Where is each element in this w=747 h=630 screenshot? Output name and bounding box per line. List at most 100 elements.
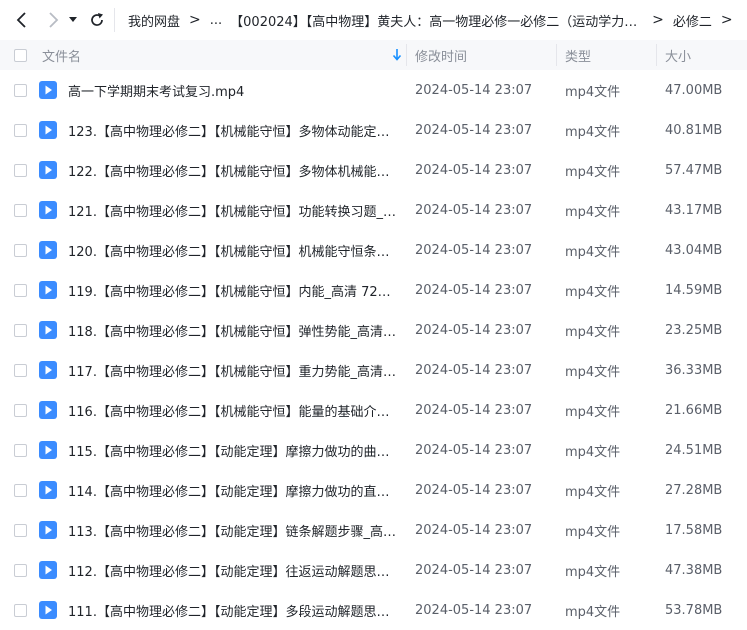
file-row[interactable]: 118.【高中物理必修二】【机械能守恒】弹性势能_高清 720P.mp4 2024… [0, 310, 747, 350]
video-file-icon [39, 441, 57, 459]
file-type: mp4文件 [565, 84, 621, 100]
history-dropdown-button[interactable] [64, 8, 82, 32]
row-checkbox[interactable] [14, 324, 27, 337]
video-file-icon [39, 401, 57, 419]
file-row[interactable]: 高一下学期期末考试复习.mp4 2024-05-14 23:07 mp4文件 47.0… [0, 70, 747, 110]
breadcrumb-item-root[interactable]: 我的网盘 [128, 11, 180, 30]
file-size: 47.00MB [665, 82, 723, 98]
file-name[interactable]: 122.【高中物理必修二】【机械能守恒】多物体机械能守恒_高清 720P.mp4 [68, 150, 398, 190]
file-row[interactable]: 119.【高中物理必修二】【机械能守恒】内能_高清 720P.mp4 2024-0… [0, 270, 747, 310]
row-checkbox[interactable] [14, 404, 27, 417]
file-name[interactable]: 121.【高中物理必修二】【机械能守恒】功能转换习题_高清 720P.mp4 [68, 190, 398, 230]
column-header-size[interactable]: 大小 [665, 40, 691, 70]
select-all-checkbox[interactable] [14, 49, 27, 62]
column-header-type[interactable]: 类型 [565, 40, 591, 70]
file-type: mp4文件 [565, 244, 621, 260]
row-checkbox[interactable] [14, 124, 27, 137]
file-row[interactable]: 117.【高中物理必修二】【机械能守恒】重力势能_高清 720P.mp4 2024… [0, 350, 747, 390]
breadcrumb-item-course-folder[interactable]: 【002024】【高中物理】黄夫人：高一物理必修一必修二（运动学力学能量） [230, 11, 643, 30]
file-type: mp4文件 [565, 524, 621, 540]
file-name[interactable]: 120.【高中物理必修二】【机械能守恒】机械能守恒条件_高清 720P.mp4 [68, 230, 398, 270]
file-name[interactable]: 114.【高中物理必修二】【动能定理】摩擦力做功的直线特点_高清 720P.mp… [68, 470, 398, 510]
back-button[interactable] [10, 8, 34, 32]
file-row[interactable]: 111.【高中物理必修二】【动能定理】多段运动解题思路_高清 720P.mp4 2… [0, 590, 747, 630]
table-header: 文件名 修改时间 类型 大小 [0, 40, 747, 70]
row-checkbox[interactable] [14, 164, 27, 177]
file-row[interactable]: 122.【高中物理必修二】【机械能守恒】多物体机械能守恒_高清 720P.mp4… [0, 150, 747, 190]
file-row[interactable]: 121.【高中物理必修二】【机械能守恒】功能转换习题_高清 720P.mp4 20… [0, 190, 747, 230]
file-modified-time: 2024-05-14 23:07 [415, 82, 533, 98]
file-modified-time: 2024-05-14 23:07 [415, 482, 533, 498]
column-header-size-label: 大小 [665, 49, 692, 65]
row-checkbox[interactable] [14, 84, 27, 97]
file-size: 43.04MB [665, 242, 723, 258]
file-row[interactable]: 113.【高中物理必修二】【动能定理】链条解题步骤_高清 720P.mp4 202… [0, 510, 747, 550]
breadcrumb-separator: > [720, 12, 733, 28]
file-row[interactable]: 116.【高中物理必修二】【机械能守恒】能量的基础介绍_高清 720P.mp4 2… [0, 390, 747, 430]
file-name[interactable]: 119.【高中物理必修二】【机械能守恒】内能_高清 720P.mp4 [68, 270, 398, 310]
video-file-icon [39, 281, 57, 299]
column-header-modified-label: 修改时间 [415, 49, 468, 65]
chevron-left-icon [16, 12, 26, 28]
sort-down-arrow-icon[interactable] [392, 48, 402, 62]
breadcrumb: 我的网盘 > ... 【002024】【高中物理】黄夫人：高一物理必修一必修二（… [128, 0, 742, 40]
file-name[interactable]: 111.【高中物理必修二】【动能定理】多段运动解题思路_高清 720P.mp4 [68, 590, 398, 630]
toolbar-divider [114, 8, 115, 32]
file-name[interactable]: 113.【高中物理必修二】【动能定理】链条解题步骤_高清 720P.mp4 [68, 510, 398, 550]
file-row[interactable]: 120.【高中物理必修二】【机械能守恒】机械能守恒条件_高清 720P.mp4 2… [0, 230, 747, 270]
refresh-button[interactable] [85, 8, 109, 32]
breadcrumb-item-current[interactable]: 必修二 [673, 11, 712, 30]
file-modified-time: 2024-05-14 23:07 [415, 202, 533, 218]
file-row[interactable]: 114.【高中物理必修二】【动能定理】摩擦力做功的直线特点_高清 720P.mp… [0, 470, 747, 510]
refresh-icon [91, 13, 103, 26]
file-row[interactable]: 115.【高中物理必修二】【动能定理】摩擦力做功的曲线特点_高清 720P.mp… [0, 430, 747, 470]
breadcrumb-separator: > [189, 12, 201, 28]
column-header-name-label: 文件名 [42, 49, 82, 65]
breadcrumb-separator: > [652, 12, 664, 28]
file-size: 47.38MB [665, 562, 723, 578]
file-type: mp4文件 [565, 444, 621, 460]
row-checkbox[interactable] [14, 284, 27, 297]
file-modified-time: 2024-05-14 23:07 [415, 562, 533, 578]
file-name[interactable]: 116.【高中物理必修二】【机械能守恒】能量的基础介绍_高清 720P.mp4 [68, 390, 398, 430]
row-checkbox[interactable] [14, 604, 27, 617]
video-file-icon [39, 201, 57, 219]
row-checkbox[interactable] [14, 364, 27, 377]
file-type: mp4文件 [565, 284, 621, 300]
file-size: 23.25MB [665, 322, 723, 338]
file-name[interactable]: 118.【高中物理必修二】【机械能守恒】弹性势能_高清 720P.mp4 [68, 310, 398, 350]
row-checkbox[interactable] [14, 564, 27, 577]
file-size: 14.59MB [665, 282, 723, 298]
file-name[interactable]: 112.【高中物理必修二】【动能定理】往返运动解题思路_高清 720P.mp4 [68, 550, 398, 590]
column-divider[interactable] [556, 44, 557, 66]
file-modified-time: 2024-05-14 23:07 [415, 322, 533, 338]
column-divider[interactable] [656, 44, 657, 66]
breadcrumb-item-ellipsis[interactable]: ... [210, 13, 222, 28]
row-checkbox[interactable] [14, 244, 27, 257]
file-type: mp4文件 [565, 484, 621, 500]
file-name[interactable]: 高一下学期期末考试复习.mp4 [68, 70, 398, 110]
file-type: mp4文件 [565, 164, 621, 180]
column-divider[interactable] [406, 44, 407, 66]
file-size: 53.78MB [665, 602, 723, 618]
file-modified-time: 2024-05-14 23:07 [415, 522, 533, 538]
row-checkbox[interactable] [14, 524, 27, 537]
file-modified-time: 2024-05-14 23:07 [415, 242, 533, 258]
toolbar: 我的网盘 > ... 【002024】【高中物理】黄夫人：高一物理必修一必修二（… [0, 0, 747, 40]
file-size: 40.81MB [665, 122, 723, 138]
forward-button[interactable] [41, 8, 65, 32]
file-row[interactable]: 112.【高中物理必修二】【动能定理】往返运动解题思路_高清 720P.mp4 2… [0, 550, 747, 590]
file-modified-time: 2024-05-14 23:07 [415, 602, 533, 618]
file-name[interactable]: 123.【高中物理必修二】【机械能守恒】多物体动能定理_高清 720P.mp4 [68, 110, 398, 150]
row-checkbox[interactable] [14, 204, 27, 217]
file-modified-time: 2024-05-14 23:07 [415, 122, 533, 138]
file-type: mp4文件 [565, 364, 621, 380]
column-header-name[interactable]: 文件名 [42, 40, 81, 70]
file-row[interactable]: 123.【高中物理必修二】【机械能守恒】多物体动能定理_高清 720P.mp4 2… [0, 110, 747, 150]
file-name[interactable]: 117.【高中物理必修二】【机械能守恒】重力势能_高清 720P.mp4 [68, 350, 398, 390]
file-name[interactable]: 115.【高中物理必修二】【动能定理】摩擦力做功的曲线特点_高清 720P.mp… [68, 430, 398, 470]
file-type: mp4文件 [565, 324, 621, 340]
row-checkbox[interactable] [14, 444, 27, 457]
column-header-modified[interactable]: 修改时间 [415, 40, 467, 70]
row-checkbox[interactable] [14, 484, 27, 497]
